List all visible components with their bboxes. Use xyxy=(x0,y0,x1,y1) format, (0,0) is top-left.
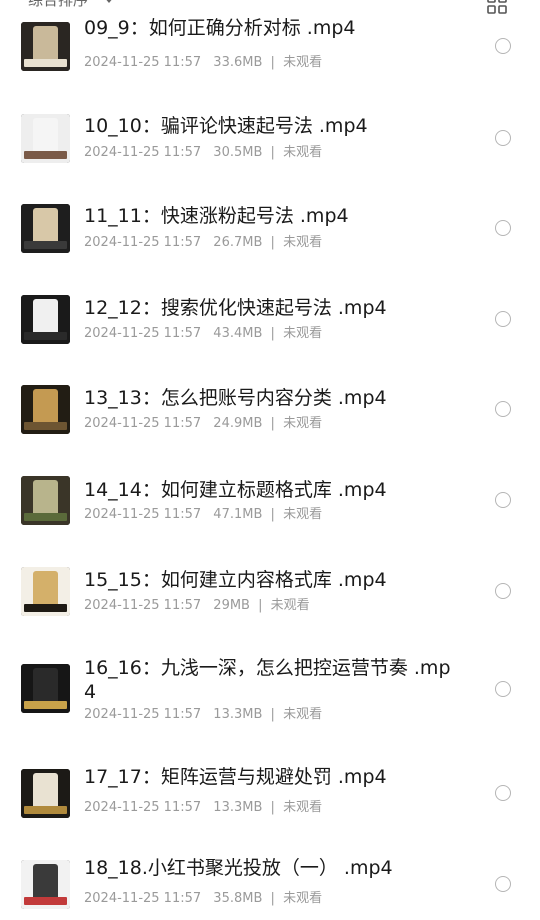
radio-unchecked-icon[interactable] xyxy=(495,38,511,54)
file-meta: 2024-11-25 11:57 24.9MB | 未观看 xyxy=(84,415,322,433)
radio-unchecked-icon[interactable] xyxy=(495,220,511,236)
video-thumbnail xyxy=(21,204,70,253)
watch-status: 未观看 xyxy=(283,800,323,815)
file-row[interactable]: 17_17：矩阵运营与规避处罚 .mp4 2024-11-25 11:57 13… xyxy=(0,741,540,831)
radio-unchecked-icon[interactable] xyxy=(495,492,511,508)
file-size: 29MB xyxy=(213,598,250,613)
file-title[interactable]: 17_17：矩阵运营与规避处罚 .mp4 xyxy=(84,765,454,789)
file-meta: 2024-11-25 11:57 35.8MB | 未观看 xyxy=(84,890,322,908)
file-size: 35.8MB xyxy=(213,891,263,906)
watch-status: 未观看 xyxy=(283,707,323,722)
file-size: 30.5MB xyxy=(213,145,263,160)
file-date: 2024-11-25 11:57 xyxy=(84,235,202,250)
radio-unchecked-icon[interactable] xyxy=(495,583,511,599)
file-meta: 2024-11-25 11:57 33.6MB | 未观看 xyxy=(84,54,322,72)
radio-unchecked-icon[interactable] xyxy=(495,311,511,327)
file-meta: 2024-11-25 11:57 29MB | 未观看 xyxy=(84,597,310,615)
meta-separator: | xyxy=(270,891,275,906)
video-thumbnail xyxy=(21,476,70,525)
file-size: 26.7MB xyxy=(213,235,263,250)
file-meta: 2024-11-25 11:57 13.3MB | 未观看 xyxy=(84,799,322,817)
file-size: 13.3MB xyxy=(213,800,263,815)
meta-separator: | xyxy=(270,235,275,250)
file-date: 2024-11-25 11:57 xyxy=(84,145,202,160)
file-size: 13.3MB xyxy=(213,707,263,722)
file-title[interactable]: 10_10：骗评论快速起号法 .mp4 xyxy=(84,114,454,138)
meta-separator: | xyxy=(270,800,275,815)
radio-unchecked-icon[interactable] xyxy=(495,876,511,892)
file-title[interactable]: 13_13：怎么把账号内容分类 .mp4 xyxy=(84,386,454,410)
video-thumbnail xyxy=(21,664,70,713)
video-thumbnail xyxy=(21,769,70,818)
watch-status: 未观看 xyxy=(283,145,323,160)
meta-separator: | xyxy=(258,598,263,613)
meta-separator: | xyxy=(270,326,275,341)
radio-unchecked-icon[interactable] xyxy=(495,130,511,146)
file-size: 43.4MB xyxy=(213,326,263,341)
watch-status: 未观看 xyxy=(283,891,323,906)
watch-status: 未观看 xyxy=(283,416,323,431)
watch-status: 未观看 xyxy=(270,598,310,613)
file-date: 2024-11-25 11:57 xyxy=(84,707,202,722)
file-meta: 2024-11-25 11:57 13.3MB | 未观看 xyxy=(84,706,322,724)
video-thumbnail xyxy=(21,567,70,616)
file-title[interactable]: 12_12：搜索优化快速起号法 .mp4 xyxy=(84,296,454,320)
watch-status: 未观看 xyxy=(283,507,323,522)
file-row[interactable]: 09_9：如何正确分析对标 .mp4 2024-11-25 11:57 33.6… xyxy=(0,0,540,84)
file-size: 33.6MB xyxy=(213,55,263,70)
meta-separator: | xyxy=(270,416,275,431)
radio-unchecked-icon[interactable] xyxy=(495,681,511,697)
radio-unchecked-icon[interactable] xyxy=(495,785,511,801)
meta-separator: | xyxy=(270,145,275,160)
meta-separator: | xyxy=(270,707,275,722)
file-date: 2024-11-25 11:57 xyxy=(84,507,202,522)
file-title[interactable]: 16_16：九浅一深，怎么把控运营节奏 .mp4 xyxy=(84,656,454,704)
file-meta: 2024-11-25 11:57 30.5MB | 未观看 xyxy=(84,144,322,162)
file-title[interactable]: 11_11：快速涨粉起号法 .mp4 xyxy=(84,204,454,228)
file-date: 2024-11-25 11:57 xyxy=(84,326,202,341)
file-row[interactable]: 12_12：搜索优化快速起号法 .mp4 2024-11-25 11:57 43… xyxy=(0,267,540,357)
file-row[interactable]: 13_13：怎么把账号内容分类 .mp4 2024-11-25 11:57 24… xyxy=(0,357,540,447)
watch-status: 未观看 xyxy=(283,326,323,341)
file-date: 2024-11-25 11:57 xyxy=(84,800,202,815)
file-date: 2024-11-25 11:57 xyxy=(84,416,202,431)
video-thumbnail xyxy=(21,860,70,909)
file-date: 2024-11-25 11:57 xyxy=(84,598,202,613)
watch-status: 未观看 xyxy=(283,235,323,250)
watch-status: 未观看 xyxy=(283,55,323,70)
file-size: 47.1MB xyxy=(213,507,263,522)
file-row[interactable]: 11_11：快速涨粉起号法 .mp4 2024-11-25 11:57 26.7… xyxy=(0,176,540,266)
file-title[interactable]: 15_15：如何建立内容格式库 .mp4 xyxy=(84,568,454,592)
video-thumbnail xyxy=(21,295,70,344)
file-title[interactable]: 18_18.小红书聚光投放（一） .mp4 xyxy=(84,856,454,880)
file-row[interactable]: 15_15：如何建立内容格式库 .mp4 2024-11-25 11:57 29… xyxy=(0,539,540,629)
file-date: 2024-11-25 11:57 xyxy=(84,55,202,70)
file-meta: 2024-11-25 11:57 47.1MB | 未观看 xyxy=(84,506,322,524)
meta-separator: | xyxy=(270,507,275,522)
meta-separator: | xyxy=(270,55,275,70)
file-meta: 2024-11-25 11:57 26.7MB | 未观看 xyxy=(84,234,322,252)
radio-unchecked-icon[interactable] xyxy=(495,401,511,417)
file-row[interactable]: 18_18.小红书聚光投放（一） .mp4 2024-11-25 11:57 3… xyxy=(0,832,540,920)
file-meta: 2024-11-25 11:57 43.4MB | 未观看 xyxy=(84,325,322,343)
video-thumbnail xyxy=(21,385,70,434)
file-row[interactable]: 10_10：骗评论快速起号法 .mp4 2024-11-25 11:57 30.… xyxy=(0,86,540,176)
file-date: 2024-11-25 11:57 xyxy=(84,891,202,906)
file-title[interactable]: 09_9：如何正确分析对标 .mp4 xyxy=(84,16,454,40)
file-title[interactable]: 14_14：如何建立标题格式库 .mp4 xyxy=(84,478,454,502)
video-thumbnail xyxy=(21,114,70,163)
video-thumbnail xyxy=(21,22,70,71)
file-size: 24.9MB xyxy=(213,416,263,431)
file-row[interactable]: 16_16：九浅一深，怎么把控运营节奏 .mp4 2024-11-25 11:5… xyxy=(0,630,540,722)
file-row[interactable]: 14_14：如何建立标题格式库 .mp4 2024-11-25 11:57 47… xyxy=(0,448,540,538)
